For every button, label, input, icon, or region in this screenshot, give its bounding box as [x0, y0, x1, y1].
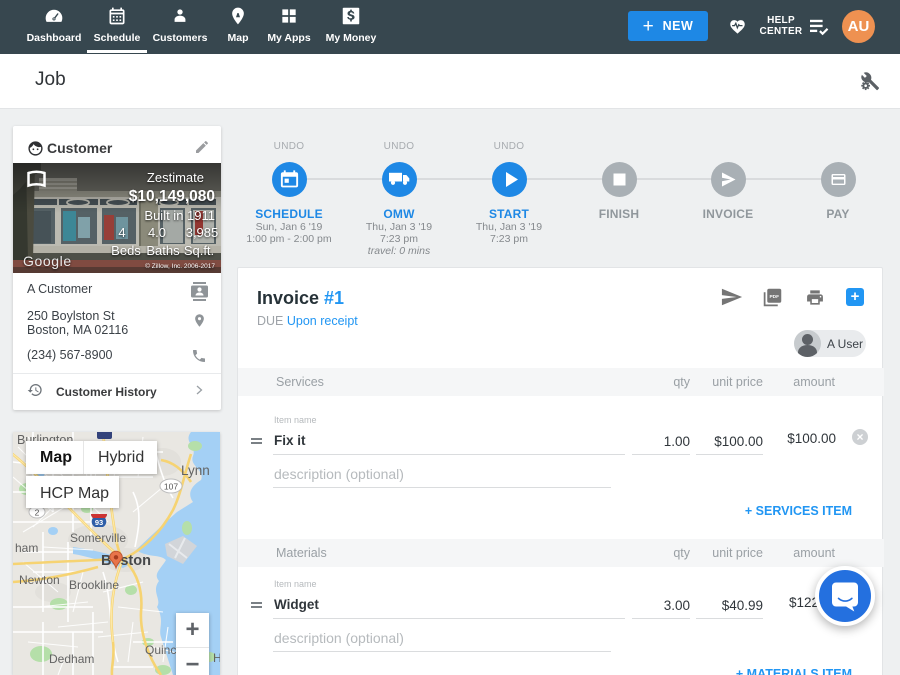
svg-text:Lynn: Lynn — [181, 463, 210, 478]
svg-text:Dedham: Dedham — [49, 652, 94, 666]
svg-text:2: 2 — [35, 508, 40, 518]
svg-text:PDF: PDF — [769, 294, 779, 300]
svg-text:Brookline: Brookline — [69, 578, 119, 592]
svg-text:Hi: Hi — [213, 651, 220, 665]
svg-text:Newton: Newton — [19, 573, 60, 587]
svg-text:107: 107 — [164, 482, 178, 492]
svg-text:Somerville: Somerville — [70, 531, 126, 545]
svg-text:ham: ham — [15, 541, 38, 555]
svg-text:Boston: Boston — [101, 553, 151, 569]
svg-text:93: 93 — [95, 518, 103, 527]
